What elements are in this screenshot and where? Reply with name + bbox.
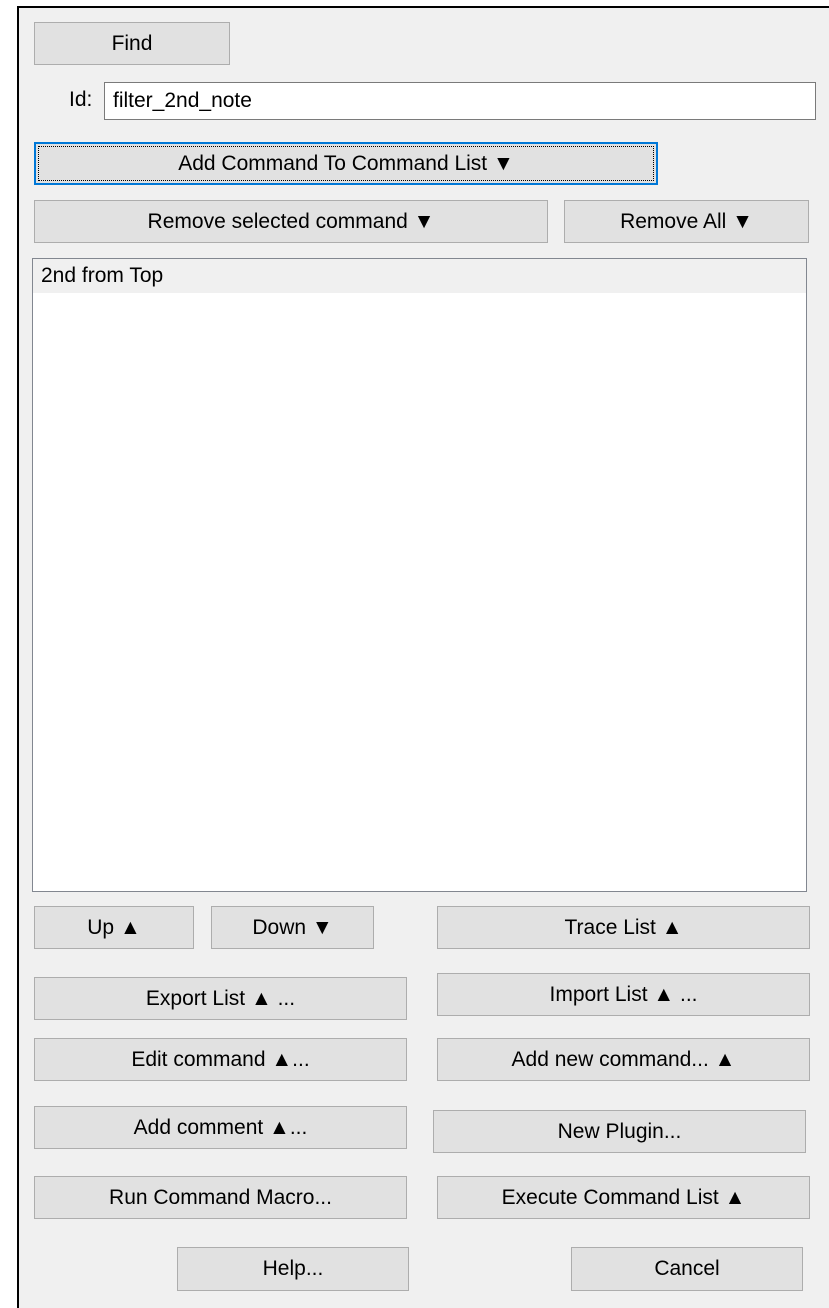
list-item[interactable]: 2nd from Top xyxy=(33,259,806,293)
up-button[interactable]: Up ▲ xyxy=(34,906,194,949)
add-new-command-button[interactable]: Add new command... ▲ xyxy=(437,1038,810,1081)
new-plugin-button[interactable]: New Plugin... xyxy=(433,1110,806,1153)
cancel-button[interactable]: Cancel xyxy=(571,1247,803,1291)
import-list-button[interactable]: Import List ▲ ... xyxy=(437,973,810,1016)
command-listbox[interactable]: 2nd from Top xyxy=(32,258,807,892)
add-comment-button[interactable]: Add comment ▲... xyxy=(34,1106,407,1149)
find-button[interactable]: Find xyxy=(34,22,230,65)
edit-command-button[interactable]: Edit command ▲... xyxy=(34,1038,407,1081)
id-label: Id: xyxy=(69,88,93,111)
help-button[interactable]: Help... xyxy=(177,1247,409,1291)
trace-list-button[interactable]: Trace List ▲ xyxy=(437,906,810,949)
down-button[interactable]: Down ▼ xyxy=(211,906,374,949)
remove-all-button[interactable]: Remove All ▼ xyxy=(564,200,809,243)
add-command-button[interactable]: Add Command To Command List ▼ xyxy=(34,142,658,185)
run-command-macro-button[interactable]: Run Command Macro... xyxy=(34,1176,407,1219)
remove-selected-command-button[interactable]: Remove selected command ▼ xyxy=(34,200,548,243)
id-input[interactable]: filter_2nd_note xyxy=(104,82,816,120)
export-list-button[interactable]: Export List ▲ ... xyxy=(34,977,407,1020)
execute-command-list-button[interactable]: Execute Command List ▲ xyxy=(437,1176,810,1219)
